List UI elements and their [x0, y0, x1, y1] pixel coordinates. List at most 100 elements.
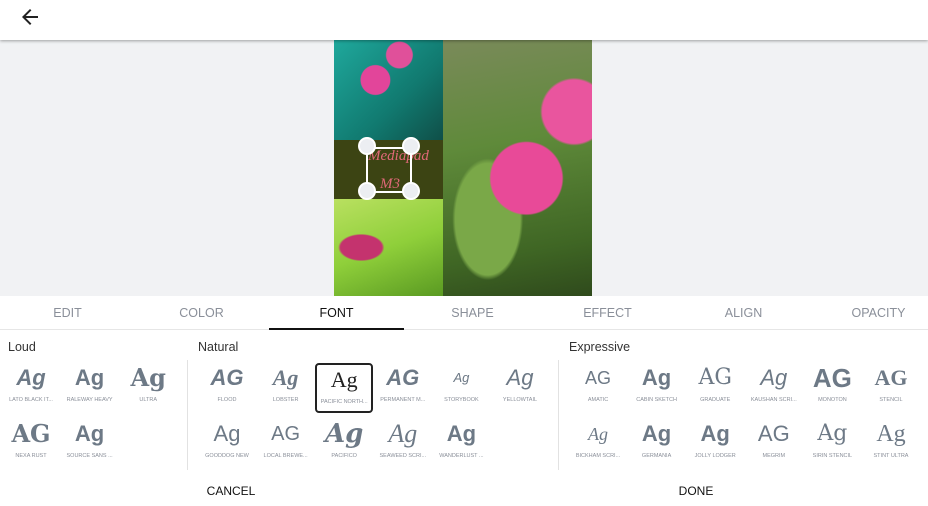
font-label: AMATIC: [587, 397, 609, 403]
font-preview: Ag: [213, 421, 241, 446]
font-label: WANDERLUST ...: [439, 453, 484, 459]
font-option[interactable]: Ag CABIN SKETCH: [628, 363, 686, 413]
tab-color[interactable]: COLOR: [134, 296, 269, 330]
font-preview: AG: [386, 365, 420, 390]
font-preview: Ag: [388, 419, 418, 448]
font-option[interactable]: AG MONOTON: [803, 363, 861, 413]
font-option[interactable]: Ag WANDERLUST ...: [432, 419, 490, 469]
resize-handle[interactable]: [358, 137, 376, 155]
font-label: ULTRA: [139, 397, 157, 403]
arrow-left-icon[interactable]: [18, 5, 42, 29]
font-label: GRADUATE: [700, 397, 731, 403]
font-preview: AG: [271, 423, 301, 445]
font-preview: Ag: [325, 419, 364, 449]
font-label: LOCAL BREWE...: [263, 453, 308, 459]
font-label: BICKHAM SCRI...: [575, 453, 621, 459]
font-option[interactable]: Ag SOURCE SANS ...: [61, 419, 119, 469]
font-preview: Ag: [272, 365, 299, 390]
font-option[interactable]: Ag SEAWEED SCRI...: [374, 419, 432, 469]
section-divider: [558, 360, 559, 470]
section-title-expressive: Expressive: [569, 340, 631, 354]
font-preview: Ag: [817, 421, 848, 446]
font-option[interactable]: Ag LOBSTER: [257, 363, 315, 413]
font-label: PACIFIC NORTH...: [320, 399, 368, 405]
font-preview: AG: [874, 365, 908, 390]
font-option[interactable]: Ag STINT ULTRA: [862, 419, 920, 469]
resize-handle[interactable]: [358, 182, 376, 200]
font-preview: AG: [584, 368, 611, 388]
tab-font[interactable]: FONT: [269, 296, 404, 330]
section-title-loud: Loud: [8, 340, 36, 354]
font-option[interactable]: Ag GERMANIA: [628, 419, 686, 469]
font-option[interactable]: Ag PACIFICO: [315, 419, 373, 469]
font-option[interactable]: Ag LATO BLACK IT...: [2, 363, 60, 413]
font-preview: AG: [11, 419, 51, 448]
font-label: KAUSHAN SCRI...: [750, 397, 797, 403]
font-label: CABIN SKETCH: [636, 397, 677, 403]
font-option[interactable]: AG FLOOD: [198, 363, 256, 413]
font-preview: Ag: [16, 365, 46, 390]
font-preview: Ag: [760, 365, 788, 390]
font-label: STENCIL: [879, 397, 903, 403]
font-option[interactable]: AG GRADUATE: [686, 363, 744, 413]
tab-effect[interactable]: EFFECT: [540, 296, 675, 330]
cancel-button[interactable]: CANCEL: [207, 478, 256, 504]
tab-shape[interactable]: SHAPE: [405, 296, 540, 330]
section-divider: [187, 360, 188, 470]
font-preview: AG: [812, 363, 852, 393]
resize-handle[interactable]: [402, 137, 420, 155]
collage-image: Mediapad M3: [334, 40, 592, 296]
font-option[interactable]: AG LOCAL BREWE...: [257, 419, 315, 469]
font-preview: Ag: [130, 363, 166, 392]
font-option[interactable]: AG NEXA RUST: [2, 419, 60, 469]
font-preview: Ag: [641, 421, 672, 446]
font-option[interactable]: AG AMATIC: [569, 363, 627, 413]
done-button[interactable]: DONE: [679, 478, 714, 504]
font-preview: AG: [698, 365, 732, 390]
font-label: GERMANIA: [641, 453, 672, 459]
font-label: LATO BLACK IT...: [9, 397, 53, 403]
font-option[interactable]: Ag KAUSHAN SCRI...: [745, 363, 803, 413]
font-option[interactable]: Ag SIRIN STENCIL: [803, 419, 861, 469]
font-label: SOURCE SANS ...: [66, 453, 113, 459]
font-label: YELLOWTAIL: [502, 397, 538, 403]
font-option[interactable]: Ag PACIFIC NORTH...: [315, 363, 374, 413]
font-option[interactable]: Ag GOODDOG NEW: [198, 419, 256, 469]
font-label: NEXA RUST: [15, 453, 47, 459]
font-option[interactable]: Ag BICKHAM SCRI...: [569, 419, 627, 469]
photo-tile[interactable]: [443, 40, 592, 296]
font-preview: Ag: [74, 365, 105, 390]
font-label: RALEWAY HEAVY: [66, 397, 113, 403]
font-option[interactable]: AG MEGRIM: [745, 419, 803, 469]
font-label: STORYBOOK: [444, 397, 479, 403]
tab-edit[interactable]: EDIT: [0, 296, 135, 330]
font-option[interactable]: Ag ULTRA: [119, 363, 177, 413]
font-preview: Ag: [700, 421, 730, 446]
photo-tile[interactable]: [334, 40, 443, 140]
font-preview: Ag: [876, 421, 906, 447]
canvas-area: Mediapad M3: [0, 40, 928, 296]
font-label: PERMANENT M...: [380, 397, 426, 403]
font-preview: Ag: [74, 421, 105, 446]
font-option[interactable]: AG PERMANENT M...: [374, 363, 432, 413]
font-preview: AG: [210, 365, 244, 390]
font-label: MONOTON: [818, 397, 847, 403]
photo-tile[interactable]: [334, 199, 443, 296]
font-option[interactable]: Ag RALEWAY HEAVY: [61, 363, 119, 413]
font-label: GOODDOG NEW: [205, 453, 249, 459]
tab-align[interactable]: ALIGN: [676, 296, 811, 330]
font-option[interactable]: Ag YELLOWTAIL: [491, 363, 549, 413]
font-label: FLOOD: [217, 397, 237, 403]
font-option[interactable]: Ag STORYBOOK: [432, 363, 490, 413]
tab-opacity[interactable]: OPACITY: [811, 296, 928, 330]
font-preview: Ag: [641, 365, 672, 390]
font-option[interactable]: AG STENCIL: [862, 363, 920, 413]
font-label: MEGRIM: [762, 453, 786, 459]
resize-handle[interactable]: [402, 182, 420, 200]
top-bar: [0, 0, 928, 40]
font-preview: Ag: [588, 424, 608, 444]
font-option[interactable]: Ag JOLLY LODGER: [686, 419, 744, 469]
font-preview: Ag: [446, 421, 477, 446]
font-preview: AG: [757, 421, 790, 446]
font-label: PACIFICO: [331, 453, 357, 459]
